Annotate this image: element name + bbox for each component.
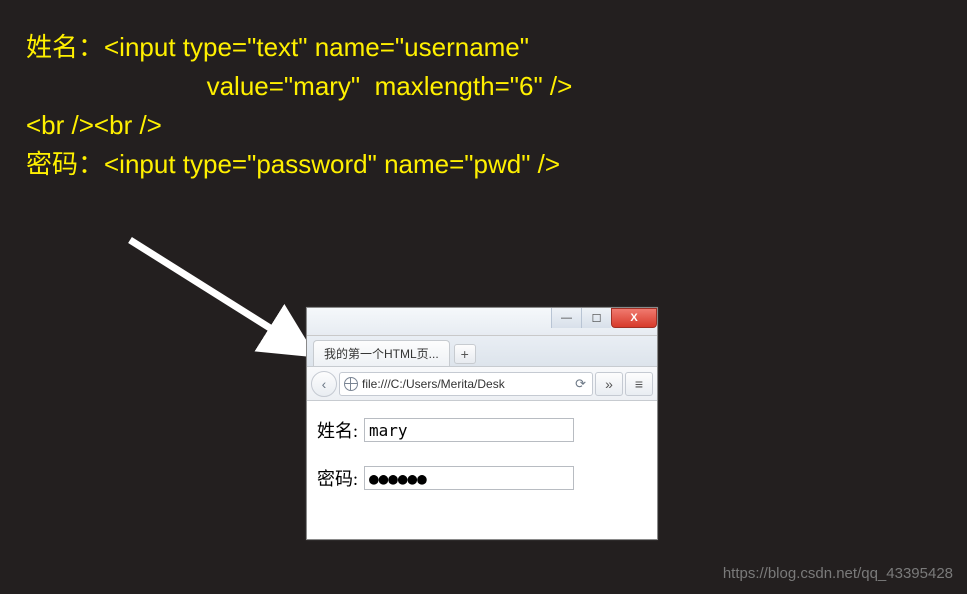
username-label: 姓名:	[317, 417, 358, 443]
more-button[interactable]: »	[595, 372, 623, 396]
username-input[interactable]	[364, 418, 574, 442]
tab-strip: 我的第一个HTML页... +	[307, 336, 657, 367]
new-tab-button[interactable]: +	[454, 344, 476, 364]
address-bar[interactable]: file:///C:/Users/Merita/Desk ⟳	[339, 372, 593, 396]
code-line-4: 密码：<input type="password" name="pwd" />	[26, 145, 572, 184]
arrow-icon	[120, 230, 330, 380]
window-close-button[interactable]: X	[611, 308, 657, 328]
password-row: 密码:	[317, 465, 647, 491]
page-content: 姓名: 密码:	[307, 401, 657, 529]
globe-icon	[344, 377, 358, 391]
nav-bar: ‹ file:///C:/Users/Merita/Desk ⟳ » ≡	[307, 367, 657, 401]
password-label: 密码:	[317, 465, 358, 491]
watermark: https://blog.csdn.net/qq_43395428	[723, 565, 953, 582]
window-minimize-button[interactable]: —	[551, 308, 581, 328]
window-maximize-button[interactable]: ☐	[581, 308, 611, 328]
reload-icon[interactable]: ⟳	[573, 376, 588, 392]
back-button[interactable]: ‹	[311, 371, 337, 397]
password-input[interactable]	[364, 466, 574, 490]
browser-tab[interactable]: 我的第一个HTML页...	[313, 340, 450, 366]
window-titlebar: — ☐ X	[307, 308, 657, 336]
tab-title: 我的第一个HTML页...	[324, 345, 439, 362]
code-line-1: 姓名：<input type="text" name="username"	[26, 28, 572, 67]
browser-window: — ☐ X 我的第一个HTML页... + ‹ file:///C:/Users…	[306, 307, 658, 540]
code-line-2: value="mary" maxlength="6" />	[26, 67, 572, 106]
menu-button[interactable]: ≡	[625, 372, 653, 396]
window-controls: — ☐ X	[551, 308, 657, 328]
code-snippet: 姓名：<input type="text" name="username" va…	[26, 28, 572, 184]
username-row: 姓名:	[317, 417, 647, 443]
url-text: file:///C:/Users/Merita/Desk	[362, 377, 569, 391]
code-line-3: <br /><br />	[26, 106, 572, 145]
